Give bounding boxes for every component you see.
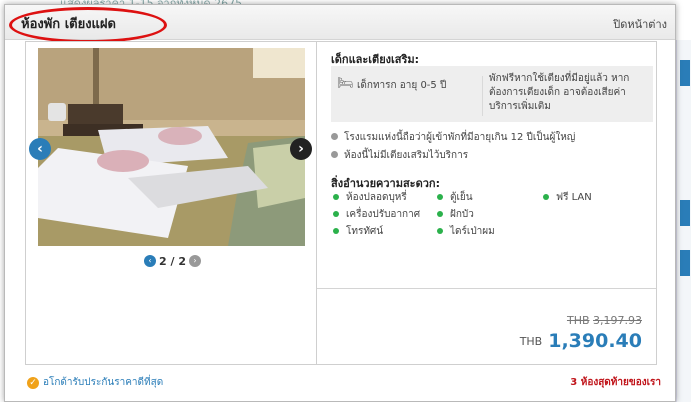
room-details-modal: ห้องพัก เตียงแฝด ปิดหน้าต่าง ‹ › ‹ 2 / 2… [4,4,676,402]
room-photo [38,48,305,246]
bullet-icon [331,133,338,140]
chevron-right-icon: › [298,141,304,157]
amenity-label: โทรทัศน์ [346,226,384,237]
policy-item: โรงแรมแห่งนี้ถือว่าผู้เข้าพักที่มีอายุเก… [331,130,575,145]
policy-text: โรงแรมแห่งนี้ถือว่าผู้เข้าพักที่มีอายุเก… [344,132,576,143]
pager-next-icon[interactable]: › [188,255,201,267]
bullet-icon [437,194,443,200]
photo-gallery: ‹ › ‹ 2 / 2 › [26,42,317,364]
original-currency: THB [566,314,590,327]
baby-cot-icon: 🛏 [337,76,354,91]
room-photo-illustration [38,48,305,246]
child-age-label: เด็กทารก อายุ 0-5 ปี [357,80,447,91]
extra-beds-box: 🛏 เด็กทารก อายุ 0-5 ปี พักฟรีหากใช้เตียง… [331,66,653,122]
price-divider [317,288,656,289]
amenity-label: ห้องปลอดบุหรี่ [346,192,407,203]
amenity-item: ฟรี LAN [543,190,592,205]
next-photo-button[interactable]: › [290,138,312,160]
guarantee-label: อโกด้ารับประกันราคาดีที่สุด [43,377,164,388]
close-window-button[interactable]: ปิดหน้าต่าง [613,15,667,33]
pager-prev-icon[interactable]: ‹ [144,255,156,267]
child-policy-text: พักฟรีหากใช้เตียงที่มีอยู่แล้ว หากต้องกา… [489,73,630,112]
bullet-icon [437,228,443,234]
bullet-icon [333,194,339,200]
modal-header: ห้องพัก เตียงแฝด ปิดหน้าต่าง [5,5,675,43]
bullet-icon [543,194,549,200]
best-price-guarantee-link[interactable]: ✓ อโกด้ารับประกันราคาดีที่สุด [27,375,163,390]
room-info: เด็กและเตียงเสริม: 🛏 เด็กทารก อายุ 0-5 ป… [317,42,656,364]
bullet-icon [333,228,339,234]
amenity-label: ฟรี LAN [556,192,592,203]
price-currency: THB [519,334,543,348]
amenity-item: ห้องปลอดบุหรี่ [333,190,407,205]
amenity-label: เครื่องปรับอากาศ [346,209,421,220]
discounted-price: THB 1,390.40 [520,330,642,352]
photo-pager: ‹ 2 / 2 › [144,254,201,268]
policy-item: ห้องนี้ไม่มีเตียงเสริมไว้บริการ [331,148,468,163]
bullet-icon [333,211,339,217]
prev-photo-button[interactable]: ‹ [29,138,51,160]
amenity-label: ตู้เย็น [450,192,473,203]
amenity-item: โทรทัศน์ [333,224,383,239]
check-shield-icon: ✓ [27,377,39,389]
original-price: THB 3,197.93 [567,314,642,327]
amenity-label: ฝักบัว [450,209,474,220]
amenity-label: ไดร์เป่าผม [450,226,495,237]
policy-text: ห้องนี้ไม่มีเตียงเสริมไว้บริการ [344,150,469,161]
background-bar [680,60,690,86]
bullet-icon [331,151,338,158]
price-amount: 1,390.40 [548,330,642,352]
amenity-item: ฝักบัว [437,207,474,222]
photo-counter: 2 / 2 [159,254,186,268]
chevron-left-icon: ‹ [37,141,43,157]
bullet-icon [437,211,443,217]
background-bar [680,200,690,226]
title-highlight-circle [9,7,167,43]
amenity-item: เครื่องปรับอากาศ [333,207,420,222]
room-content: ‹ › ‹ 2 / 2 › เด็กและเตียงเสริม: 🛏 เด็กทาร… [25,41,657,365]
amenity-item: ไดร์เป่าผม [437,224,495,239]
background-right-strip [676,40,691,402]
rooms-left-notice: 3 ห้องสุดท้ายของเรา [570,377,661,388]
background-bar [680,250,690,276]
child-age-cell: 🛏 เด็กทารก อายุ 0-5 ปี [337,76,483,116]
amenity-item: ตู้เย็น [437,190,473,205]
original-amount: 3,197.93 [593,314,642,327]
